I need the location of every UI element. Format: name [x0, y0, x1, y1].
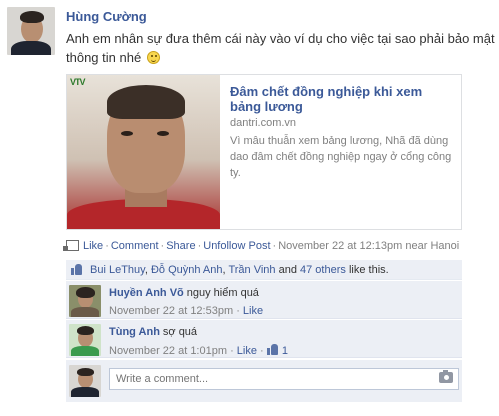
comment-composer: [66, 360, 462, 402]
liker-name[interactable]: Đỗ Quỳnh Anh: [151, 264, 223, 276]
smiley-icon: [146, 51, 160, 64]
comment-text: sợ quá: [162, 326, 198, 338]
photo-logo: VTV: [70, 77, 85, 87]
post-message: Anh em nhân sự đưa thêm cái này vào ví d…: [66, 29, 496, 67]
post-actions: Like · Comment · Share · Unfollow Post · Novembe…: [63, 240, 459, 252]
shared-link-description: Vì mâu thuẫn xem bảng lương, Nhã đã dùng…: [230, 135, 452, 179]
comment-link[interactable]: Comment: [111, 240, 159, 252]
shared-link-title[interactable]: Đâm chết đồng nghiệp khi xem bảng lương: [230, 84, 455, 114]
current-user-avatar[interactable]: [69, 365, 101, 397]
post-timestamp[interactable]: November 22 at 12:13pm near Hanoi: [278, 240, 459, 252]
author-name[interactable]: Hùng Cường: [66, 9, 147, 24]
like-link[interactable]: Like: [83, 240, 103, 252]
comment-item: Huyền Anh Võ nguy hiểm quá November 22 at…: [66, 281, 462, 319]
thumbs-up-icon[interactable]: [266, 344, 279, 355]
comment-item: Tùng Anh sợ quá November 22 at 1:01pm · L…: [66, 320, 462, 358]
author-avatar[interactable]: [7, 7, 55, 55]
comment-input[interactable]: [109, 368, 459, 390]
likes-suffix: like this.: [348, 264, 389, 276]
commenter-name[interactable]: Huyền Anh Võ: [109, 287, 184, 299]
comment-like-link[interactable]: Like: [237, 345, 257, 357]
comment-timestamp[interactable]: November 22 at 1:01pm: [109, 345, 227, 357]
post-message-text: Anh em nhân sự đưa thêm cái này vào ví d…: [66, 31, 495, 65]
comment-timestamp[interactable]: November 22 at 12:53pm: [109, 305, 233, 317]
thumbs-up-icon: [71, 264, 83, 275]
commenter-avatar[interactable]: [69, 324, 101, 356]
camera-icon[interactable]: [439, 370, 453, 383]
liker-name[interactable]: Bui LeThuy: [90, 264, 145, 276]
unfollow-post-link[interactable]: Unfollow Post: [203, 240, 270, 252]
status-update-icon: [63, 240, 79, 251]
shared-link-domain: dantri.com.vn: [230, 117, 297, 129]
shared-link-card[interactable]: VTV Đâm chết đồng nghiệp khi xem bảng lư…: [66, 74, 462, 230]
comment-like-count[interactable]: 1: [282, 345, 288, 357]
liker-name[interactable]: Trần Vinh: [228, 264, 275, 276]
shared-link-photo[interactable]: VTV: [67, 75, 220, 229]
likes-others-link[interactable]: 47 others: [300, 264, 346, 276]
comment-text: nguy hiểm quá: [186, 287, 259, 299]
comment-like-link[interactable]: Like: [243, 305, 263, 317]
likes-and: and: [278, 264, 297, 276]
share-link[interactable]: Share: [166, 240, 195, 252]
likes-summary: Bui LeThuy, Đỗ Quỳnh Anh, Trần Vinh and …: [66, 260, 462, 280]
commenter-avatar[interactable]: [69, 285, 101, 317]
commenter-name[interactable]: Tùng Anh: [109, 326, 160, 338]
